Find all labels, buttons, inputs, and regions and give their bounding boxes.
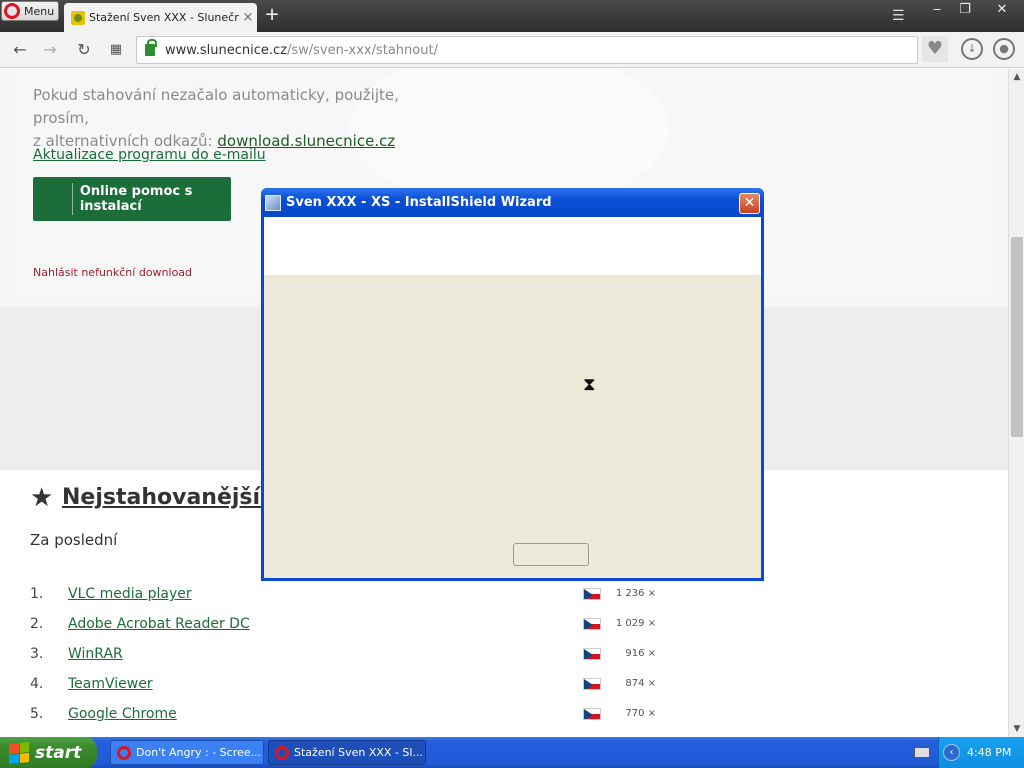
address-bar[interactable]: www.slunecnice.cz /sw/sven-xxx/stahnout/ (136, 36, 918, 64)
downloads-icon[interactable]: ↓ (961, 38, 983, 60)
list-item: 1. VLC media player 1 236 × (30, 586, 670, 616)
clock[interactable]: 4:48 PM (967, 746, 1011, 759)
dialog-button[interactable] (513, 543, 589, 566)
program-link[interactable]: TeamViewer (68, 676, 153, 692)
forward-arrow-icon[interactable]: → (40, 40, 60, 60)
section-subtitle: Za poslední (30, 531, 118, 549)
download-count: 1 029 × (615, 618, 656, 629)
speed-dial-grid-icon[interactable]: ▦ (106, 40, 126, 60)
system-tray: ‹ 4:48 PM (938, 737, 1024, 768)
browser-tab-active[interactable]: Stažení Sven XXX - Slunečnice × (64, 3, 257, 32)
hourglass-cursor-icon: ⧗ (583, 374, 596, 395)
show-hidden-icons-icon[interactable]: ‹ (943, 744, 960, 761)
star-icon: ★ (30, 483, 54, 513)
rank-number: 3. (30, 646, 44, 662)
rank-number: 1. (30, 586, 44, 602)
download-count: 916 × (625, 648, 656, 659)
tab-title: Stažení Sven XXX - Slunečnice (89, 11, 239, 24)
list-item: 2. Adobe Acrobat Reader DC 1 029 × (30, 616, 670, 646)
reload-icon[interactable]: ↻ (74, 40, 94, 60)
list-item: 4. TeamViewer 874 × (30, 676, 670, 706)
program-link[interactable]: Google Chrome (68, 706, 177, 722)
dialog-body: ⧗ (264, 275, 761, 578)
online-help-button[interactable]: Online pomoc s instalací (33, 177, 231, 221)
program-link[interactable]: VLC media player (68, 586, 192, 602)
dialog-close-button[interactable]: ✕ (739, 193, 760, 214)
update-email-link[interactable]: Aktualizace programu do e-mailu (33, 147, 266, 163)
page-scrollbar[interactable]: ▲ ▼ (1008, 69, 1024, 737)
windows-logo-icon (9, 741, 29, 764)
taskbar-item-label: Don't Angry : - Scree... (136, 746, 262, 759)
download-count: 874 × (625, 678, 656, 689)
new-tab-button[interactable]: + (262, 5, 282, 25)
taskbar: start Don't Angry : - Scree... Stažení S… (0, 737, 1024, 768)
slunecnice-favicon-icon (71, 10, 85, 25)
opera-logo-icon (4, 3, 20, 19)
scroll-thumb[interactable] (1011, 237, 1023, 437)
opera-menu-button[interactable]: Menu (1, 1, 59, 21)
menu-label: Menu (24, 4, 55, 18)
button-separator (72, 183, 73, 215)
taskbar-item[interactable]: Don't Angry : - Scree... (110, 740, 264, 765)
report-broken-download-link[interactable]: Nahlásit nefunkční download (33, 266, 192, 279)
taskbar-item-active[interactable]: Stažení Sven XXX - Sl... (268, 740, 426, 765)
back-arrow-icon[interactable]: ← (10, 40, 30, 60)
url-host: www.slunecnice.cz (165, 42, 287, 58)
navigation-bar: ← → ↻ ▦ www.slunecnice.cz /sw/sven-xxx/s… (0, 32, 1024, 68)
start-label: start (35, 742, 82, 763)
program-link[interactable]: Adobe Acrobat Reader DC (68, 616, 250, 632)
keyboard-icon[interactable] (914, 747, 930, 758)
dialog-header-panel (264, 217, 761, 275)
opera-icon (117, 745, 131, 760)
dialog-title: Sven XXX - XS - InstallShield Wizard (286, 195, 552, 210)
scroll-down-arrow-icon[interactable]: ▼ (1009, 721, 1024, 737)
tab-menu-icon[interactable]: ☰ (892, 9, 908, 23)
help-button-label: Online pomoc s instalací (79, 184, 193, 214)
opera-icon (275, 745, 289, 760)
taskbar-item-label: Stažení Sven XXX - Sl... (294, 746, 423, 759)
download-count: 1 236 × (615, 588, 656, 599)
lock-icon (145, 39, 157, 56)
url-path: /sw/sven-xxx/stahnout/ (286, 42, 438, 58)
bookmark-heart-icon[interactable]: ♥ (922, 36, 948, 62)
rank-number: 4. (30, 676, 44, 692)
maximize-button[interactable]: ❐ (954, 2, 976, 19)
download-count: 770 × (625, 708, 656, 719)
list-item: 3. WinRAR 916 × (30, 646, 670, 676)
account-icon[interactable]: ● (993, 38, 1015, 60)
window-close-button[interactable]: ✕ (982, 2, 1022, 19)
list-item: 5. Google Chrome 770 × (30, 706, 670, 736)
rank-number: 2. (30, 616, 44, 632)
dialog-title-bar[interactable]: Sven XXX - XS - InstallShield Wizard (261, 188, 764, 217)
rank-number: 5. (30, 706, 44, 722)
scroll-up-arrow-icon[interactable]: ▲ (1009, 69, 1024, 85)
installshield-dialog: Sven XXX - XS - InstallShield Wizard ✕ ⧗ (261, 188, 764, 581)
intro-paragraph: Pokud stahování nezačalo automaticky, po… (33, 84, 413, 153)
intro-text: Pokud stahování nezačalo automaticky, po… (33, 86, 399, 127)
tab-bar: Menu Stažení Sven XXX - Slunečnice × + ☰… (0, 0, 1024, 32)
minimize-button[interactable]: ‒ (926, 2, 948, 19)
start-button[interactable]: start (0, 737, 97, 768)
program-link[interactable]: WinRAR (68, 646, 123, 662)
installer-app-icon (265, 194, 281, 211)
tab-close-icon[interactable]: × (239, 10, 257, 25)
